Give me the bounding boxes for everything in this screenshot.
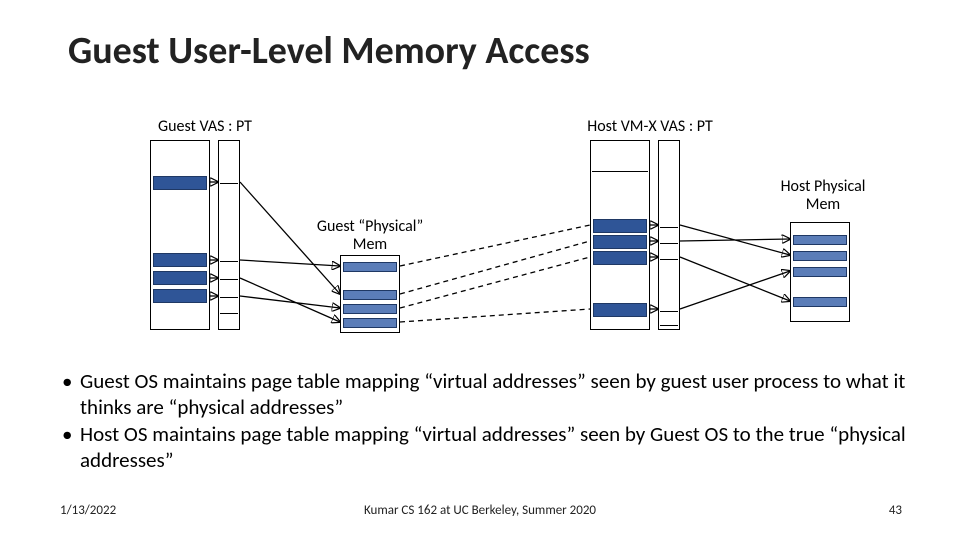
host-vas-page xyxy=(593,219,647,233)
guest-vas-column xyxy=(150,140,210,330)
host-phys-slot xyxy=(793,267,847,277)
host-vas-page xyxy=(593,251,647,265)
guest-phys-slot xyxy=(343,290,397,300)
bullet-item: • Guest OS maintains page table mapping … xyxy=(62,368,920,421)
guest-vas-page xyxy=(153,176,207,190)
host-phys-slot xyxy=(793,251,847,261)
bullet-dot-icon: • xyxy=(62,368,80,421)
label-host-vmx-pt: Host VM-X VAS : PT xyxy=(570,118,730,136)
guest-phys-mem xyxy=(340,255,400,333)
page-title: Guest User-Level Memory Access xyxy=(68,28,590,74)
host-phys-slot xyxy=(793,235,847,245)
guest-phys-slot xyxy=(343,304,397,314)
bullet-list: • Guest OS maintains page table mapping … xyxy=(62,368,920,473)
label-guest-vas-pt: Guest VAS : PT xyxy=(140,118,270,136)
slide: Guest User-Level Memory Access Guest VAS… xyxy=(0,0,960,540)
footer-course: Kumar CS 162 at UC Berkeley, Summer 2020 xyxy=(0,503,960,518)
bullet-text: Guest OS maintains page table mapping “v… xyxy=(80,368,920,421)
host-vas-page xyxy=(593,235,647,249)
bullet-dot-icon: • xyxy=(62,421,80,474)
guest-vas-page xyxy=(153,253,207,267)
host-vas-page xyxy=(593,303,647,317)
host-pt-column xyxy=(658,140,680,330)
guest-phys-slot xyxy=(343,262,397,272)
guest-pt-column xyxy=(218,140,240,330)
guest-vas-page xyxy=(153,289,207,303)
footer-page-number: 43 xyxy=(889,503,902,518)
guest-vas-page xyxy=(153,271,207,285)
host-phys-mem xyxy=(790,222,850,322)
guest-phys-slot xyxy=(343,318,397,328)
bullet-item: • Host OS maintains page table mapping “… xyxy=(62,421,920,474)
label-host-phys: Host Physical Mem xyxy=(758,178,888,215)
host-phys-slot xyxy=(793,297,847,307)
bullet-text: Host OS maintains page table mapping “vi… xyxy=(80,421,920,474)
label-guest-phys: Guest “Physical” Mem xyxy=(300,218,440,255)
host-vas-column xyxy=(590,140,650,330)
